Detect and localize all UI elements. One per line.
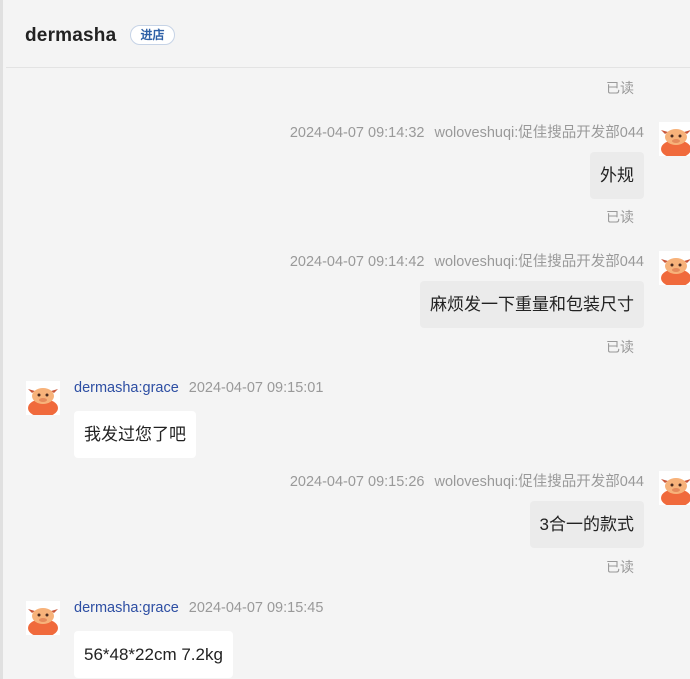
shop-name: dermasha: [25, 25, 117, 46]
read-receipt: 已读: [606, 339, 634, 355]
message-sender[interactable]: dermasha:grace: [74, 600, 179, 616]
message-time: 2024-04-07 09:15:45: [188, 600, 324, 616]
message-sender: woloveshuqi:促佳搜品开发部044: [434, 474, 644, 490]
message-bubble[interactable]: 56*48*22cm 7.2kg: [74, 631, 233, 678]
message-bubble[interactable]: 3合一的款式: [529, 501, 644, 548]
message-meta: 2024-04-07 09:14:42 woloveshuqi:促佳搜品开发部04…: [290, 250, 644, 271]
message-time: 2024-04-07 09:14:32: [289, 125, 425, 141]
message-bubble[interactable]: 麻烦发一下重量和包装尺寸: [420, 281, 644, 328]
chat-header: dermasha 进店: [6, 7, 690, 68]
avatar-icon[interactable]: [659, 251, 690, 285]
message-sender[interactable]: dermasha:grace: [74, 380, 179, 396]
message-meta: dermasha:grace 2024-04-07 09:15:45: [74, 600, 323, 616]
message-meta: dermasha:grace 2024-04-07 09:15:01: [74, 380, 323, 396]
message-meta: 2024-04-07 09:15:26 woloveshuqi:促佳搜品开发部04…: [290, 470, 644, 491]
avatar-icon[interactable]: [659, 122, 690, 156]
read-receipt: 已读: [606, 559, 634, 575]
message-meta: 2024-04-07 09:14:32 woloveshuqi:促佳搜品开发部04…: [290, 121, 644, 142]
read-receipt: 已读: [606, 209, 634, 225]
avatar-icon[interactable]: [26, 381, 60, 415]
chat-window: dermasha 进店 已读 2024-04-07 09:14:32 wolove…: [0, 0, 690, 679]
message-time: 2024-04-07 09:15:01: [188, 380, 324, 396]
message-sender: woloveshuqi:促佳搜品开发部044: [434, 125, 644, 141]
avatar-icon[interactable]: [26, 601, 60, 635]
message-time: 2024-04-07 09:14:42: [289, 254, 425, 270]
message-bubble[interactable]: 我发过您了吧: [74, 411, 196, 458]
message-sender: woloveshuqi:促佳搜品开发部044: [434, 254, 644, 270]
message-time: 2024-04-07 09:15:26: [289, 474, 425, 490]
read-receipt: 已读: [606, 80, 634, 96]
visit-shop-button[interactable]: 进店: [130, 25, 175, 45]
message-bubble[interactable]: 外规: [590, 152, 644, 199]
avatar-icon[interactable]: [659, 471, 690, 505]
